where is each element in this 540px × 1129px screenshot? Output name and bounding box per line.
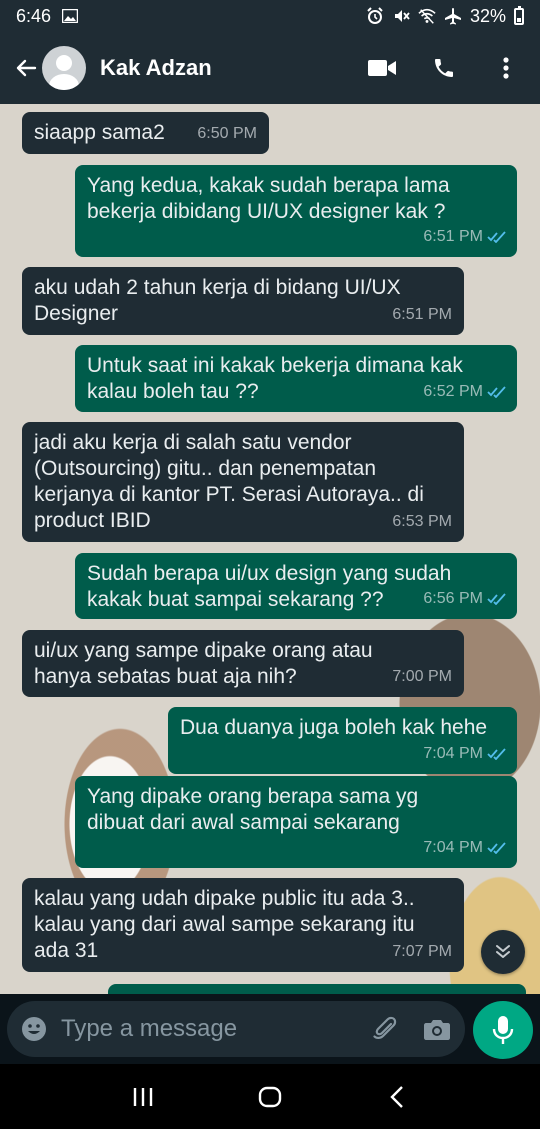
home-icon[interactable] xyxy=(250,1077,290,1117)
alarm-icon xyxy=(366,7,384,25)
message-composer xyxy=(0,994,540,1064)
message-time: 6:51 PM xyxy=(423,228,483,245)
message-bubble[interactable]: Yang kedua, kakak sudah berapa lama beke… xyxy=(75,165,517,257)
message-bubble[interactable]: Yang dipake orang berapa sama yg dibuat … xyxy=(75,776,517,868)
read-receipt-icon xyxy=(487,231,507,243)
chat-header: Kak Adzan xyxy=(0,32,540,104)
message-time: 6:53 PM xyxy=(392,513,452,530)
message-bubble[interactable]: ui/ux yang sampe dipake orang atau hanya… xyxy=(22,630,464,697)
battery-icon xyxy=(514,5,524,25)
read-receipt-icon xyxy=(487,748,507,760)
message-bubble[interactable]: jadi aku kerja di salah satu vendor (Out… xyxy=(22,422,464,542)
message-bubble[interactable]: aku udah 2 tahun kerja di bidang UI/UX D… xyxy=(22,267,464,335)
message-bubble[interactable]: Dua duanya juga boleh kak hehe 7:04 PM xyxy=(168,707,517,774)
message-text: kalau yang udah dipake public itu ada 3.… xyxy=(34,887,415,962)
message-input[interactable] xyxy=(61,1015,371,1043)
status-bar: 6:46 32% xyxy=(0,0,540,32)
back-icon[interactable] xyxy=(377,1077,417,1117)
mic-button[interactable] xyxy=(473,1001,533,1059)
message-text: Yang dipake orang berapa sama yg dibuat … xyxy=(87,785,419,834)
message-text: siaapp sama2 xyxy=(34,121,165,144)
message-time: 7:04 PM xyxy=(423,839,483,856)
battery-percent: 32% xyxy=(469,5,506,26)
message-text: aku udah 2 tahun kerja di bidang UI/UX D… xyxy=(34,276,401,325)
video-call-icon[interactable] xyxy=(366,52,398,84)
read-receipt-icon xyxy=(487,842,507,854)
voice-call-icon[interactable] xyxy=(428,52,460,84)
gallery-icon xyxy=(61,7,79,25)
wifi-off-icon xyxy=(418,7,436,25)
message-input-container[interactable] xyxy=(7,1001,465,1057)
message-text: ui/ux yang sampe dipake orang atau hanya… xyxy=(34,639,373,688)
message-text: jadi aku kerja di salah satu vendor (Out… xyxy=(34,431,424,532)
more-options-icon[interactable] xyxy=(490,52,522,84)
emoji-icon[interactable] xyxy=(21,1015,47,1043)
message-text: Yang kedua, kakak sudah berapa lama beke… xyxy=(87,174,450,223)
back-arrow-icon[interactable] xyxy=(12,54,40,82)
message-time: 7:00 PM xyxy=(392,668,452,685)
airplane-icon xyxy=(444,7,462,25)
message-bubble-partial xyxy=(108,984,526,994)
message-time: 6:56 PM xyxy=(423,590,483,607)
message-time: 6:52 PM xyxy=(423,383,483,400)
read-receipt-icon xyxy=(487,593,507,605)
message-bubble[interactable]: siaapp sama2 6:50 PM xyxy=(22,112,269,154)
attach-icon[interactable] xyxy=(371,1013,399,1045)
contact-name[interactable]: Kak Adzan xyxy=(100,55,212,81)
message-time: 7:07 PM xyxy=(392,943,452,960)
message-bubble[interactable]: Untuk saat ini kakak bekerja dimana kak … xyxy=(75,345,517,412)
message-text: Dua duanya juga boleh kak hehe xyxy=(180,716,488,739)
message-time: 6:51 PM xyxy=(392,306,452,323)
mute-icon xyxy=(392,7,410,25)
message-time: 6:50 PM xyxy=(197,125,257,142)
message-bubble[interactable]: kalau yang udah dipake public itu ada 3.… xyxy=(22,878,464,972)
status-time: 6:46 xyxy=(16,5,52,26)
message-bubble[interactable]: Sudah berapa ui/ux design yang sudah kak… xyxy=(75,553,517,619)
chat-area[interactable]: siaapp sama2 6:50 PM Yang kedua, kakak s… xyxy=(0,104,540,994)
mic-icon xyxy=(492,1016,514,1044)
scroll-to-bottom-button[interactable] xyxy=(481,930,525,974)
system-navigation-bar xyxy=(0,1064,540,1129)
double-chevron-down-icon xyxy=(496,945,510,958)
recent-apps-icon[interactable] xyxy=(123,1077,163,1117)
camera-icon[interactable] xyxy=(423,1013,451,1045)
message-time: 7:04 PM xyxy=(423,745,483,762)
avatar[interactable] xyxy=(42,46,86,90)
read-receipt-icon xyxy=(487,386,507,398)
